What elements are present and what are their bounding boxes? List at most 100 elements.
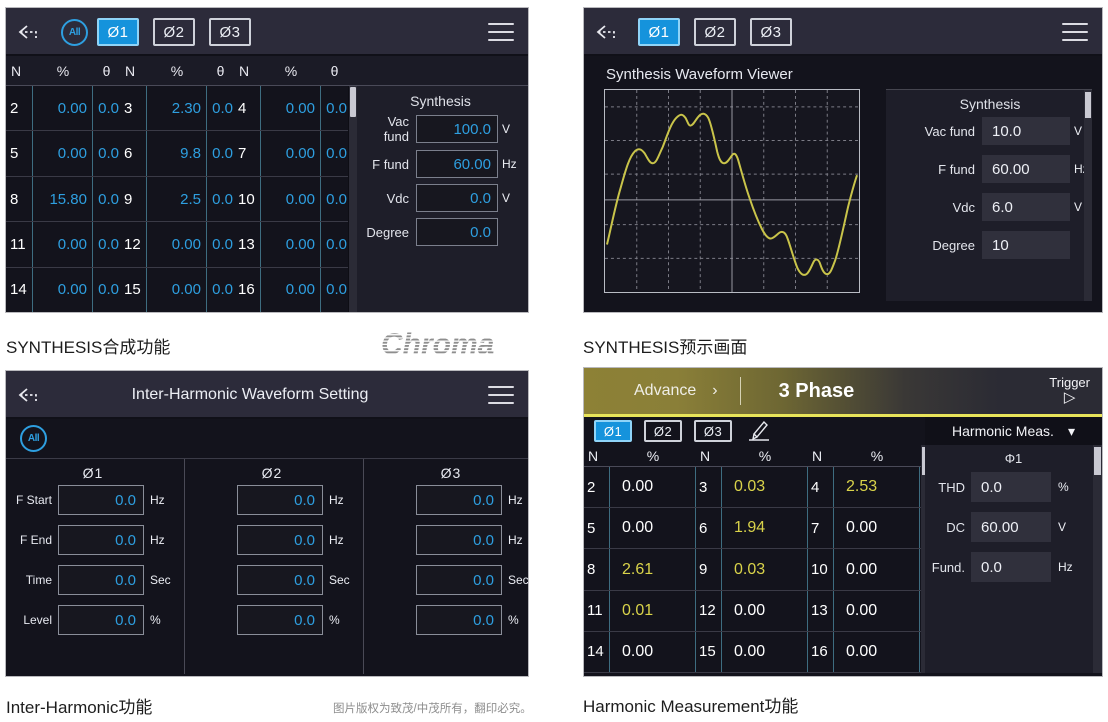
chroma-logo: Chroma [381, 329, 533, 359]
tab-phase-3[interactable]: Ø3 [750, 18, 792, 46]
cell-theta[interactable]: 0.0 [321, 86, 348, 130]
side-scrollbar[interactable] [1084, 90, 1092, 301]
side-scrollbar[interactable] [1093, 445, 1102, 673]
cell-theta[interactable]: 0.0 [321, 131, 348, 175]
scrollbar-thumb[interactable] [350, 87, 356, 117]
cell-theta[interactable]: 0.0 [321, 177, 348, 221]
cell-pct[interactable]: 0.00 [33, 131, 93, 175]
scrollbar-thumb[interactable] [1094, 447, 1101, 475]
cell-theta[interactable]: 0.0 [207, 86, 234, 130]
harmonic-table: 2 0.00 0.0 3 2.30 0.0 4 0.00 0.0 5 0.00 … [6, 86, 348, 312]
vdc-input[interactable]: 6.0 [982, 193, 1070, 221]
tab-phase-1[interactable]: Ø1 [594, 420, 632, 442]
cell-pct[interactable]: 9.8 [147, 131, 207, 175]
cell-pct[interactable]: 2.5 [147, 177, 207, 221]
f-fund-input[interactable]: 60.00 [982, 155, 1070, 183]
vdc-input[interactable]: 0.0 [416, 184, 498, 212]
vac-fund-input[interactable]: 10.0 [982, 117, 1070, 145]
f-start-input[interactable]: 0.0 [416, 485, 502, 515]
level-input[interactable]: 0.0 [237, 605, 323, 635]
table-row[interactable]: 11 0.00 0.0 12 0.00 0.0 13 0.00 0.0 [6, 222, 348, 267]
f-end-input[interactable]: 0.0 [416, 525, 502, 555]
column-header: Ø3 [368, 465, 529, 481]
cell-pct[interactable]: 0.00 [261, 222, 321, 266]
scrollbar-thumb[interactable] [1085, 92, 1091, 118]
panel4-topbar: Advance › 3 Phase Trigger ▷ [584, 368, 1102, 414]
all-phase-button[interactable]: All [61, 19, 88, 46]
f-fund-input[interactable]: 60.00 [416, 150, 498, 178]
f-end-input[interactable]: 0.0 [58, 525, 144, 555]
f-end-input[interactable]: 0.0 [237, 525, 323, 555]
cell-theta[interactable]: 0.0 [93, 268, 120, 312]
tab-phase-2[interactable]: Ø2 [153, 18, 195, 46]
degree-input[interactable]: 10 [982, 231, 1070, 259]
cell-pct[interactable]: 0.00 [261, 177, 321, 221]
trigger-button[interactable]: Trigger ▷ [1049, 376, 1090, 406]
chevron-down-icon: ▾ [1068, 423, 1075, 440]
cell-theta[interactable]: 0.0 [207, 177, 234, 221]
advance-button[interactable]: Advance › [584, 382, 718, 400]
tab-phase-3[interactable]: Ø3 [209, 18, 251, 46]
cell-theta[interactable]: 0.0 [93, 131, 120, 175]
cell-pct[interactable]: 0.00 [33, 222, 93, 266]
table-scrollbar[interactable] [348, 86, 357, 312]
level-input[interactable]: 0.0 [58, 605, 144, 635]
cell-n: 11 [6, 222, 33, 266]
inter-harmonic-panel: Inter-Harmonic Waveform Setting All Ø1 F… [5, 370, 529, 677]
tab-phase-1[interactable]: Ø1 [638, 18, 680, 46]
cell-pct[interactable]: 0.00 [261, 86, 321, 130]
cell-theta[interactable]: 0.0 [207, 131, 234, 175]
cell-theta[interactable]: 0.0 [93, 222, 120, 266]
cell-pct[interactable]: 0.00 [147, 268, 207, 312]
trigger-label: Trigger [1049, 376, 1090, 390]
time-input[interactable]: 0.0 [58, 565, 144, 595]
viewer-title: Synthesis Waveform Viewer [584, 56, 1102, 89]
level-input[interactable]: 0.0 [416, 605, 502, 635]
hamburger-menu-icon[interactable] [488, 23, 514, 41]
time-input[interactable]: 0.0 [416, 565, 502, 595]
table-row[interactable]: 14 0.00 0.0 15 0.00 0.0 16 0.00 0.0 [6, 268, 348, 312]
field-unit: V [1051, 520, 1075, 534]
cell-pct[interactable]: 0.00 [261, 131, 321, 175]
table-row[interactable]: 8 15.80 0.0 9 2.5 0.0 10 0.00 0.0 [6, 177, 348, 222]
cell-n: 15 [696, 632, 722, 672]
field-unit: Hz [498, 157, 518, 171]
back-arrow-icon[interactable] [6, 8, 52, 56]
measurement-mode-dropdown[interactable]: Harmonic Meas. ▾ [925, 417, 1102, 445]
table-row[interactable]: 5 0.00 0.0 6 9.8 0.0 7 0.00 0.0 [6, 131, 348, 176]
field-f-end: 0.0 Hz [189, 525, 355, 555]
field-label: Vdc [363, 191, 416, 206]
cell-pct[interactable]: 15.80 [33, 177, 93, 221]
cell-pct[interactable]: 0.00 [33, 86, 93, 130]
tab-phase-2[interactable]: Ø2 [644, 420, 682, 442]
back-arrow-icon[interactable] [584, 8, 630, 56]
phase-column-3: Ø3 0.0 Hz 0.0 Hz 0.0 Sec [364, 459, 529, 674]
time-input[interactable]: 0.0 [237, 565, 323, 595]
cell-theta[interactable]: 0.0 [207, 222, 234, 266]
cell-pct[interactable]: 0.00 [147, 222, 207, 266]
hamburger-menu-icon[interactable] [1062, 23, 1088, 41]
table-row: 5 0.00 6 1.94 7 0.00 [584, 508, 921, 549]
cell-theta[interactable]: 0.0 [321, 222, 348, 266]
all-phase-button[interactable]: All [20, 425, 47, 452]
f-start-input[interactable]: 0.0 [58, 485, 144, 515]
cell-theta[interactable]: 0.0 [93, 177, 120, 221]
hamburger-menu-icon[interactable] [488, 386, 514, 404]
cell-theta[interactable]: 0.0 [207, 268, 234, 312]
cell-pct: 2.61 [610, 549, 696, 589]
tab-phase-1[interactable]: Ø1 [97, 18, 139, 46]
cell-pct[interactable]: 0.00 [33, 268, 93, 312]
cell-theta[interactable]: 0.0 [321, 268, 348, 312]
field-time: Time 0.0 Sec [10, 565, 176, 595]
pen-edit-icon[interactable] [746, 420, 772, 442]
tab-phase-3[interactable]: Ø3 [694, 420, 732, 442]
cell-pct[interactable]: 0.00 [261, 268, 321, 312]
tab-phase-2[interactable]: Ø2 [694, 18, 736, 46]
f-start-input[interactable]: 0.0 [237, 485, 323, 515]
table-row[interactable]: 2 0.00 0.0 3 2.30 0.0 4 0.00 0.0 [6, 86, 348, 131]
cell-theta[interactable]: 0.0 [93, 86, 120, 130]
panel3-toolbar: Inter-Harmonic Waveform Setting [6, 371, 528, 419]
cell-pct[interactable]: 2.30 [147, 86, 207, 130]
vac-fund-input[interactable]: 100.0 [416, 115, 498, 143]
degree-input[interactable]: 0.0 [416, 218, 498, 246]
